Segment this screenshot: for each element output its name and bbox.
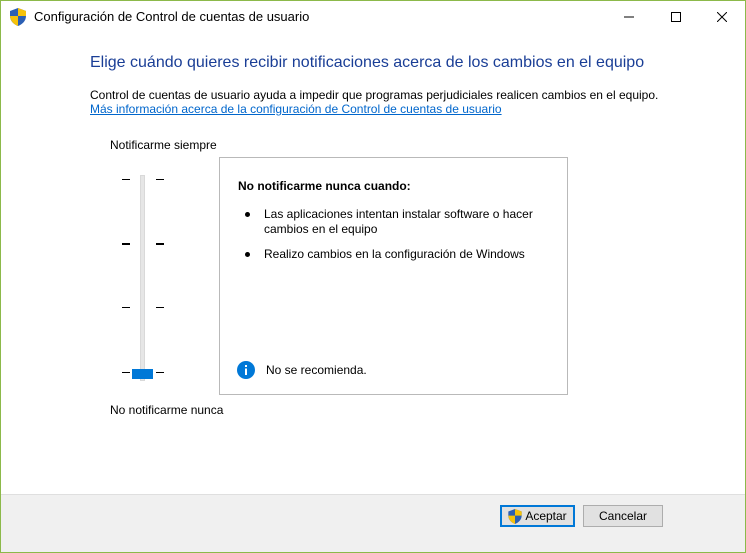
slider-thumb[interactable] <box>132 369 153 379</box>
uac-settings-window: Configuración de Control de cuentas de u… <box>0 0 746 553</box>
level-description-panel: No notificarme nunca cuando: Las aplicac… <box>219 157 568 395</box>
list-item: Las aplicaciones intentan instalar softw… <box>238 207 558 237</box>
accept-button-label: Aceptar <box>525 509 567 523</box>
maximize-button[interactable] <box>653 1 699 32</box>
close-button[interactable] <box>699 1 745 32</box>
minimize-button[interactable] <box>606 1 652 32</box>
maximize-icon <box>671 11 681 22</box>
description-text: Control de cuentas de usuario ayuda a im… <box>90 88 659 102</box>
slider-tick <box>156 243 164 245</box>
list-item-text: Las aplicaciones intentan instalar softw… <box>264 207 533 236</box>
slider-tick <box>156 179 164 180</box>
level-description-list: Las aplicaciones intentan instalar softw… <box>238 207 558 272</box>
bullet-icon <box>245 252 250 257</box>
slider-tick <box>122 179 130 180</box>
bullet-icon <box>245 212 250 217</box>
window-title: Configuración de Control de cuentas de u… <box>34 9 310 24</box>
slider-tick <box>122 243 130 245</box>
list-item: Realizo cambios en la configuración de W… <box>238 247 558 262</box>
uac-shield-icon <box>10 8 26 26</box>
slider-top-label: Notificarme siempre <box>110 138 217 152</box>
recommendation-note: No se recomienda. <box>266 363 367 377</box>
minimize-icon <box>624 16 634 17</box>
page-heading: Elige cuándo quieres recibir notificacio… <box>90 54 645 71</box>
accept-button[interactable]: Aceptar <box>500 505 575 527</box>
slider-tick <box>156 372 164 373</box>
close-icon <box>717 11 727 22</box>
dialog-footer: Aceptar Cancelar <box>1 495 745 552</box>
info-icon <box>237 361 255 379</box>
more-info-link[interactable]: Más información acerca de la configuraci… <box>90 102 502 116</box>
title-bar: Configuración de Control de cuentas de u… <box>1 1 745 32</box>
cancel-button[interactable]: Cancelar <box>583 505 663 527</box>
slider-track[interactable] <box>140 175 145 381</box>
slider-tick <box>156 307 164 308</box>
slider-tick <box>122 372 130 373</box>
slider-tick <box>122 307 130 308</box>
level-description-title: No notificarme nunca cuando: <box>238 179 411 193</box>
list-item-text: Realizo cambios en la configuración de W… <box>264 247 525 261</box>
slider-bottom-label: No notificarme nunca <box>110 403 224 417</box>
notification-level-slider[interactable] <box>119 173 169 383</box>
cancel-button-label: Cancelar <box>598 509 648 523</box>
uac-shield-icon <box>508 508 522 524</box>
